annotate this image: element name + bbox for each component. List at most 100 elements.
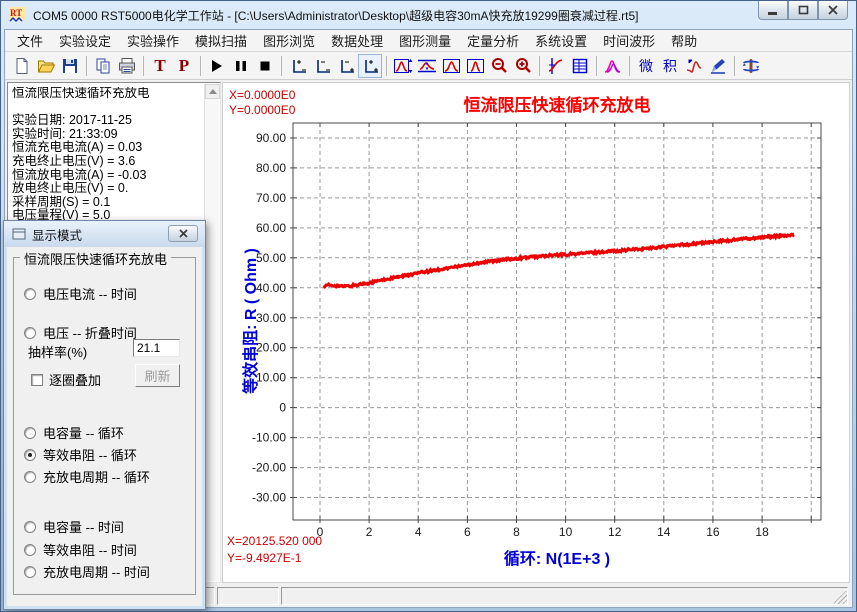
refresh-button[interactable]: 刷新 [135, 364, 180, 387]
info-panel-scrollbar[interactable] [204, 84, 219, 581]
svg-text:10: 10 [559, 525, 573, 539]
zoom-out-button[interactable] [487, 54, 511, 78]
t-marker-label: T [154, 57, 165, 74]
app-icon[interactable]: RT [9, 7, 27, 23]
option-capacity-time[interactable]: 电容量 -- 时间 [24, 517, 124, 536]
run-button[interactable] [205, 54, 229, 78]
integral-button[interactable]: 积 [658, 54, 682, 78]
toolbar-separator [200, 56, 201, 76]
data-table-icon [571, 57, 589, 75]
save-button[interactable] [58, 54, 82, 78]
t-marker-button[interactable]: T [148, 54, 172, 78]
radio-icon[interactable] [24, 521, 36, 533]
restore-button[interactable] [788, 1, 818, 20]
overlay-curves-button[interactable] [601, 54, 625, 78]
annotate-pen-icon [709, 57, 727, 75]
quadrant-minus-minus-button[interactable] [310, 54, 334, 78]
option-esr-time[interactable]: 等效串阻 -- 时间 [24, 540, 137, 559]
quadrant-minus-plus-button[interactable] [334, 54, 358, 78]
compress-y-icon [417, 57, 437, 75]
svg-text:10.00: 10.00 [256, 371, 286, 385]
radio-icon[interactable] [24, 427, 36, 439]
toolbar-separator [539, 56, 540, 76]
print-button[interactable] [115, 54, 139, 78]
radio-icon[interactable] [24, 471, 36, 483]
toolbar-separator [596, 56, 597, 76]
menu-help[interactable]: 帮助 [663, 29, 705, 52]
option-label: 电压电流 -- 时间 [43, 284, 137, 303]
experiment-info-text: 恒流限压快速循环充放电 实验日期: 2017-11-25 实验时间: 21:33… [12, 87, 202, 237]
autoscale-y-button[interactable] [391, 54, 415, 78]
radio-icon[interactable] [24, 327, 36, 339]
resize-grip[interactable] [834, 591, 847, 604]
pause-button[interactable] [229, 54, 253, 78]
svg-text:8: 8 [513, 525, 520, 539]
option-esr-cycle[interactable]: 等效串阻 -- 循环 [24, 445, 137, 464]
scroll-up-button[interactable] [205, 84, 220, 99]
derivative-button[interactable] [682, 54, 706, 78]
quadrant-plus-plus-button[interactable] [358, 54, 382, 78]
radio-icon[interactable] [24, 449, 36, 461]
svg-text:18: 18 [755, 525, 769, 539]
status-segment-right [281, 587, 848, 605]
stop-button[interactable] [253, 54, 277, 78]
zoom-in-button[interactable] [511, 54, 535, 78]
close-button[interactable] [818, 1, 848, 20]
scroll-up-icon [209, 89, 217, 94]
dialog-close-button[interactable] [168, 225, 198, 242]
minimize-button[interactable] [758, 1, 788, 20]
option-capacity-cycle[interactable]: 电容量 -- 循环 [24, 423, 124, 442]
svg-text:70.00: 70.00 [256, 191, 286, 205]
option-period-time[interactable]: 充放电周期 -- 时间 [24, 562, 150, 581]
menu-experiment-operate[interactable]: 实验操作 [119, 29, 187, 52]
radio-icon[interactable] [24, 544, 36, 556]
menu-quantitative[interactable]: 定量分析 [459, 29, 527, 52]
svg-text:30.00: 30.00 [256, 311, 286, 325]
annotate-button[interactable] [706, 54, 730, 78]
y-axis-label: 等效串阻: R ( Ohm ) [237, 171, 257, 471]
info-line: 实验日期: 2017-11-25 [12, 114, 202, 128]
chart-svg[interactable]: 90.0080.0070.0060.0050.0040.0030.0020.00… [223, 83, 855, 583]
integral-label: 积 [663, 59, 677, 73]
zoom-frame-wide-button[interactable] [439, 54, 463, 78]
sample-rate-input[interactable] [133, 339, 180, 357]
option-period-cycle[interactable]: 充放电周期 -- 循环 [24, 467, 150, 486]
baseline-button[interactable] [544, 54, 568, 78]
radio-icon[interactable] [24, 288, 36, 300]
checkbox-icon[interactable] [31, 374, 43, 386]
zoom-frame-narrow-button[interactable] [463, 54, 487, 78]
menu-data-process[interactable]: 数据处理 [323, 29, 391, 52]
menu-graph-browse[interactable]: 图形浏览 [255, 29, 323, 52]
menu-system-settings[interactable]: 系统设置 [527, 29, 595, 52]
compress-y-button[interactable] [415, 54, 439, 78]
print-icon [118, 57, 137, 75]
rotate-3d-button[interactable] [739, 54, 763, 78]
status-segment-middle [217, 587, 279, 605]
overlay-curves-icon [603, 57, 623, 75]
svg-text:80.00: 80.00 [256, 161, 286, 175]
titlebar: RT COM5 0000 RST5000电化学工作站 - [C:\Users\A… [1, 1, 856, 29]
option-voltage-folded-time[interactable]: 电压 -- 折叠时间 [24, 323, 137, 342]
differential-button[interactable]: 微 [634, 54, 658, 78]
new-file-button[interactable] [10, 54, 34, 78]
menu-experiment-setup[interactable]: 实验设定 [51, 29, 119, 52]
open-file-button[interactable] [34, 54, 58, 78]
option-voltage-current-time[interactable]: 电压电流 -- 时间 [24, 284, 137, 303]
menu-simulate-scan[interactable]: 模拟扫描 [187, 29, 255, 52]
menu-file[interactable]: 文件 [9, 29, 51, 52]
toolbar-separator [86, 56, 87, 76]
dialog-close-icon [179, 229, 188, 238]
quadrant-plus-minus-button[interactable] [286, 54, 310, 78]
overlay-per-cycle-checkbox-row[interactable]: 逐圈叠加 [31, 370, 101, 389]
menu-graph-measure[interactable]: 图形测量 [391, 29, 459, 52]
cursor-bottom-x: X=20125.520 000 [227, 533, 322, 550]
menu-time-waveform[interactable]: 时间波形 [595, 29, 663, 52]
svg-text:RT: RT [10, 8, 22, 18]
axis-plus-plus-icon [361, 57, 379, 75]
copy-button[interactable] [91, 54, 115, 78]
radio-icon[interactable] [24, 566, 36, 578]
data-table-button[interactable] [568, 54, 592, 78]
stop-icon [258, 59, 272, 73]
window-title: COM5 0000 RST5000电化学工作站 - [C:\Users\Admi… [33, 7, 639, 24]
p-marker-button[interactable]: P [172, 54, 196, 78]
